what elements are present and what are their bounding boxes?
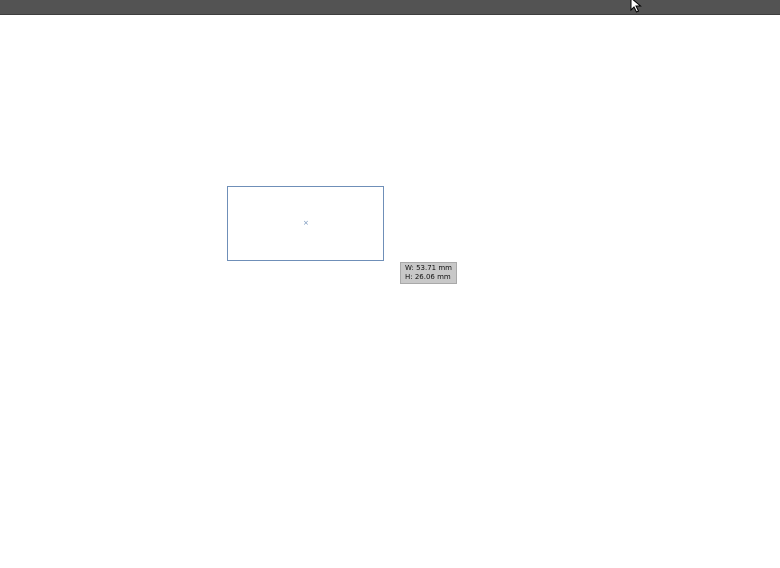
tooltip-width: W: 53.71 mm bbox=[405, 264, 452, 272]
rectangle-center-point-icon: × bbox=[303, 219, 309, 227]
dimensions-tooltip: W: 53.71 mm H: 26.06 mm bbox=[400, 262, 457, 284]
top-title-bar bbox=[0, 0, 780, 15]
mouse-pointer-icon bbox=[630, 0, 644, 13]
drawing-canvas[interactable] bbox=[0, 15, 780, 568]
tooltip-height: H: 26.06 mm bbox=[405, 273, 451, 281]
